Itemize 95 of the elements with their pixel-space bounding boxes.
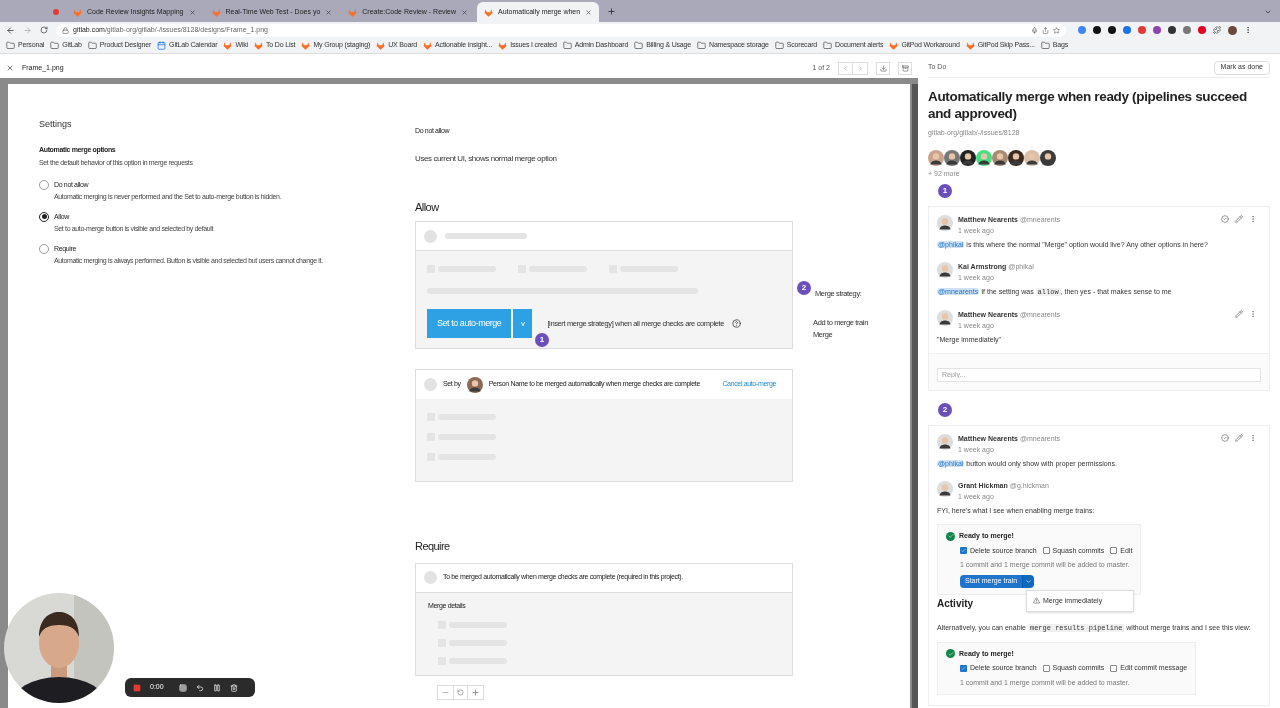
- avatar-icon: [928, 149, 944, 166]
- archive-icon: [901, 64, 909, 72]
- avatar-icon: [992, 149, 1008, 166]
- check-icon: [946, 531, 955, 541]
- radio-button[interactable]: [39, 179, 49, 190]
- reset-zoom-icon[interactable]: [453, 686, 468, 699]
- radio-button[interactable]: [39, 211, 49, 222]
- chevron-left-icon: [842, 64, 849, 72]
- extensions-icon[interactable]: [1213, 26, 1221, 34]
- avatar-icon: [937, 310, 953, 326]
- edit-icon[interactable]: [1235, 215, 1243, 223]
- pause-icon[interactable]: [212, 683, 221, 692]
- profile-icon[interactable]: [1228, 25, 1237, 35]
- edit-icon[interactable]: [1235, 310, 1243, 318]
- section-title: Allow: [415, 199, 440, 215]
- folder-icon: [823, 41, 833, 50]
- fox-icon: [484, 7, 494, 17]
- warning-icon: [1033, 597, 1040, 605]
- edit-icon[interactable]: [1235, 434, 1243, 442]
- fox-icon: [211, 7, 221, 17]
- avatar-icon: [1040, 149, 1056, 166]
- fox-icon: [73, 7, 82, 17]
- close-icon[interactable]: [585, 8, 593, 16]
- share-icon[interactable]: [1042, 26, 1049, 34]
- issue-title: Automatically merge when ready (pipelines succeed and approved): [928, 88, 1248, 122]
- avatar-icon: [937, 262, 953, 278]
- reload-icon[interactable]: [40, 26, 48, 34]
- activity-heading: Activity: [937, 596, 974, 611]
- checkbox[interactable]: [1110, 547, 1118, 555]
- more-icon[interactable]: [1249, 434, 1257, 442]
- lock-icon[interactable]: [62, 26, 69, 34]
- more-icon[interactable]: [1249, 215, 1257, 223]
- pin-marker[interactable]: 1: [938, 184, 952, 198]
- calendar-icon: [157, 41, 167, 50]
- folder-icon: [774, 41, 784, 50]
- pin-marker[interactable]: 2: [797, 280, 811, 295]
- folder-icon: [50, 41, 60, 50]
- checkbox[interactable]: [960, 547, 967, 555]
- section-title: Require: [415, 539, 451, 554]
- close-icon[interactable]: [461, 8, 469, 16]
- close-icon[interactable]: [188, 8, 196, 16]
- undo-icon[interactable]: [195, 683, 204, 692]
- avatar-icon: [937, 481, 953, 497]
- help-icon[interactable]: [732, 319, 742, 328]
- mic-icon[interactable]: [1031, 26, 1038, 34]
- back-icon[interactable]: [6, 25, 15, 35]
- avatar-icon: [1024, 149, 1040, 166]
- fox-icon: [498, 41, 508, 50]
- fox-icon: [889, 41, 899, 50]
- fox-icon: [223, 41, 233, 50]
- download-icon: [879, 64, 887, 72]
- resolve-icon[interactable]: [1221, 215, 1229, 223]
- fox-icon: [965, 41, 975, 50]
- download-button[interactable]: [876, 61, 890, 75]
- chevron-right-icon: [856, 64, 864, 72]
- caret-icon[interactable]: [1022, 574, 1035, 588]
- checkbox[interactable]: [1110, 664, 1118, 672]
- bookmark-star-icon[interactable]: [1053, 26, 1060, 34]
- archive-button[interactable]: [898, 61, 912, 75]
- tab-list-icon[interactable]: [1264, 8, 1272, 16]
- checkbox[interactable]: [960, 664, 967, 672]
- fox-icon: [301, 41, 311, 50]
- fox-icon: [348, 7, 358, 17]
- avatar-icon: [960, 149, 976, 166]
- radio-button[interactable]: [39, 243, 49, 254]
- avatar-icon: [466, 376, 483, 393]
- close-icon[interactable]: [325, 8, 333, 16]
- folder-icon: [1040, 41, 1050, 50]
- avatar-icon: [976, 149, 992, 166]
- check-icon: [946, 649, 955, 659]
- folder-icon: [562, 41, 572, 50]
- more-icon[interactable]: [1249, 310, 1257, 318]
- new-tab-icon[interactable]: [607, 7, 617, 16]
- folder-icon: [6, 41, 15, 50]
- avatar-icon: [1008, 149, 1024, 166]
- close-icon[interactable]: [6, 64, 14, 72]
- browser-menu-icon[interactable]: [1244, 26, 1252, 34]
- stop-icon[interactable]: [133, 683, 141, 692]
- folder-icon: [634, 41, 644, 50]
- fox-icon: [376, 41, 386, 50]
- folder-icon: [87, 41, 97, 50]
- resolve-icon[interactable]: [1221, 434, 1229, 442]
- pin-marker[interactable]: 2: [938, 403, 952, 417]
- avatar-icon: [937, 215, 953, 231]
- pin-marker[interactable]: 1: [535, 333, 549, 347]
- delete-icon[interactable]: [229, 683, 238, 692]
- checkbox[interactable]: [1042, 547, 1050, 555]
- fox-icon: [423, 41, 433, 50]
- fox-icon: [254, 41, 263, 50]
- folder-icon: [697, 41, 706, 50]
- checkbox[interactable]: [1042, 664, 1050, 672]
- avatar-icon: [944, 149, 960, 166]
- settings-title: Settings: [39, 118, 73, 131]
- option-note: Uses current UI, shows normal merge option: [415, 152, 558, 165]
- avatar-icon: [937, 434, 953, 450]
